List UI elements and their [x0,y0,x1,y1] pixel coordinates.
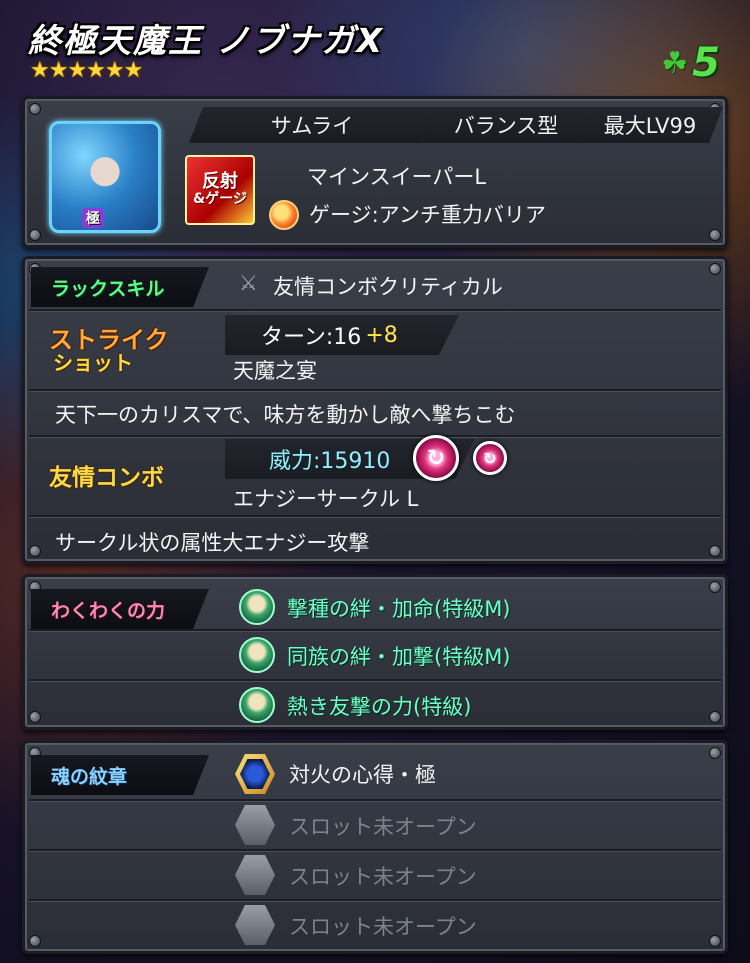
strike-label-line1: ストライク [49,325,169,354]
gauge-ability-icon [269,200,299,230]
emblem-name[interactable]: 対火の心得・極 [289,759,436,789]
divider [29,389,721,391]
strike-label-line2: ショット [53,351,133,376]
luck-value: 5 [692,40,720,86]
waku-panel: わくわくの力 撃種の絆・加命(特級M) 同族の絆・加撃(特級M) 熱き友撃の力(… [22,574,728,730]
bolt-icon [709,747,721,759]
sub-combo-icon [473,441,507,475]
luck-skill-name: 友情コンボクリティカル [273,275,503,299]
waku-icon [239,687,275,723]
bolt-icon [29,229,41,241]
friend-combo-icon [413,435,459,481]
bolt-icon [709,935,721,947]
waku-icon [239,637,275,673]
luck-skill-label: ラックスキル [31,267,209,307]
bolt-icon [29,935,41,947]
locked-slot-icon [235,805,275,845]
bolt-icon [29,103,41,115]
evolution-badge: 極 [82,208,104,228]
strike-description: 天下一のカリスマで、味方を動かし敵へ撃ちこむ [55,403,516,427]
divider [29,679,721,681]
friend-combo-description: サークル状の属性大エナジー攻撃 [55,531,370,555]
emblem-slot[interactable]: スロット未オープン [289,811,477,841]
emblem-slot[interactable]: スロット未オープン [289,911,477,941]
gauge-icon-text-1: 反射 [202,171,238,193]
divider [29,435,721,437]
divider [29,799,721,801]
type-tag: バランス型 [421,107,591,143]
bolt-icon [709,263,721,275]
turn-label: ターン:16 [261,325,362,350]
friend-combo-name: エナジーサークル L [233,487,419,511]
bolt-icon [709,229,721,241]
waku-item[interactable]: 撃種の絆・加命(特級M) [287,593,511,623]
race-tag: サムライ [189,107,435,143]
clover-icon: ☘ [661,45,689,81]
divider [29,899,721,901]
bolt-icon [29,545,41,557]
locked-slot-icon [235,855,275,895]
divider [29,309,721,311]
waku-label: わくわくの力 [31,589,209,629]
character-name: 終極天魔王 ノブナガX [28,21,384,60]
strike-name: 天魔之宴 [233,359,317,383]
character-avatar[interactable]: 極 [49,121,161,233]
turn-plus: +8 [365,322,398,348]
divider [29,515,721,517]
skills-panel: ラックスキル ⚔ 友情コンボクリティカル ストライク ショット ターン:16 +… [22,256,728,564]
locked-slot-icon [235,905,275,945]
emblem-label: 魂の紋章 [31,755,209,795]
rarity-stars: ★★★★★★ [30,58,143,83]
emblem-slot[interactable]: スロット未オープン [289,861,477,891]
waku-item[interactable]: 熱き友撃の力(特級) [287,691,471,721]
gauge-icon-text-2: &ゲージ [193,191,247,208]
sword-icon: ⚔ [239,271,258,295]
luck-indicator: ☘ 5 [661,40,720,86]
emblem-panel: 魂の紋章 対火の心得・極 スロット未オープン スロット未オープン スロット未オー… [22,740,728,954]
gauge-ability-text: ゲージ:アンチ重力バリア [309,203,546,227]
emblem-icon [235,754,275,794]
friend-combo-label: 友情コンボ [49,465,164,491]
profile-panel: 極 サムライ バランス型 最大LV99 反射 &ゲージ マインスイーパーL ゲー… [22,96,728,248]
level-tag: 最大LV99 [577,107,723,143]
header: 終極天魔王 ノブナガX ★★★★★★ ☘ 5 [0,0,750,92]
bolt-icon [709,711,721,723]
bolt-icon [709,545,721,557]
strike-shot-label: ストライク ショット [31,315,201,387]
divider [29,849,721,851]
bolt-icon [709,581,721,593]
waku-item[interactable]: 同族の絆・加撃(特級M) [287,641,511,671]
reflect-gauge-icon: 反射 &ゲージ [185,155,255,225]
waku-icon [239,589,275,625]
divider [29,629,721,631]
bolt-icon [29,711,41,723]
turn-count: ターン:16 +8 [225,315,459,355]
ability-text: マインスイーパーL [307,165,487,189]
